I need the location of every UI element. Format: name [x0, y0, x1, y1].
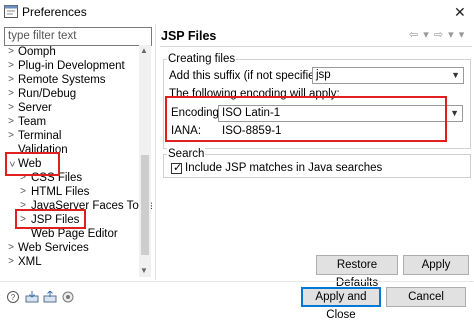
preferences-tree: > Oomph > Plug-in Development > Remote S…	[4, 45, 152, 277]
tree-item-label: Web Page Editor	[31, 228, 118, 240]
include-jsp-label: Include JSP matches in Java searches	[185, 162, 383, 174]
tree-item-label: Web Services	[18, 242, 89, 254]
chevron-right-icon[interactable]: >	[6, 59, 16, 73]
close-icon[interactable]: ✕	[454, 4, 466, 21]
tree-scrollbar[interactable]: ▲ ▼	[139, 45, 151, 277]
help-icon[interactable]: ?	[6, 291, 20, 303]
encoding-label: Encoding:	[171, 107, 223, 119]
chevron-right-icon[interactable]: >	[6, 241, 16, 255]
footer-separator	[0, 281, 474, 282]
encoding-combo[interactable]: ISO Latin-1 ▼	[218, 105, 463, 122]
divider	[155, 24, 156, 280]
tree-item-label: Plug-in Development	[18, 60, 125, 72]
preferences-window-icon	[4, 5, 18, 18]
tree-item-label: HTML Files	[31, 186, 90, 198]
encoding-heading: The following encoding will apply:	[169, 88, 340, 100]
creating-files-group-label: Creating files	[167, 53, 237, 65]
title-bar: Preferences ✕	[0, 0, 474, 24]
iana-value: ISO-8859-1	[222, 125, 282, 137]
filter-input[interactable]	[5, 28, 148, 43]
page-title: JSP Files	[161, 29, 217, 43]
scroll-down-arrow-icon[interactable]: ▼	[140, 266, 148, 275]
apply-button[interactable]: Apply	[403, 255, 469, 275]
tree-item-label: Validation	[18, 144, 68, 156]
scrollbar-thumb[interactable]	[141, 155, 149, 255]
checkmark-icon: ✓	[173, 162, 183, 174]
export-icon[interactable]	[43, 291, 57, 303]
suffix-value: jsp	[316, 69, 331, 81]
cancel-button[interactable]: Cancel	[386, 287, 466, 307]
chevron-right-icon[interactable]: >	[6, 115, 16, 129]
tree-item-label: Server	[18, 102, 52, 114]
chevron-down-icon[interactable]: ▼	[450, 108, 459, 118]
chevron-right-icon[interactable]: >	[6, 73, 16, 87]
chevron-right-icon[interactable]: >	[18, 185, 28, 199]
history-navigation[interactable]: ⇦ ▾ ⇨ ▾ ▾	[409, 28, 465, 41]
tree-item-label: Team	[18, 116, 47, 128]
chevron-right-icon[interactable]: >	[6, 129, 16, 143]
scroll-up-arrow-icon[interactable]: ▲	[140, 46, 148, 55]
chevron-right-icon[interactable]: >	[6, 45, 16, 59]
tree-item-label: Oomph	[18, 46, 56, 58]
chevron-right-icon[interactable]: >	[6, 101, 16, 115]
tree-item-label: JSP Files	[31, 214, 80, 226]
chevron-right-icon[interactable]: >	[18, 171, 28, 185]
chevron-right-icon[interactable]: >	[6, 87, 16, 101]
tree-item-label: XML	[18, 256, 42, 268]
search-group-label: Search	[167, 148, 206, 160]
tree-item-label: CSS Files	[31, 172, 83, 184]
filter-field[interactable]	[4, 27, 152, 46]
chevron-right-icon[interactable]: >	[6, 255, 16, 269]
import-icon[interactable]	[25, 291, 39, 303]
apply-and-close-button[interactable]: Apply and Close	[301, 287, 381, 321]
tree-item-label: Terminal	[18, 130, 62, 142]
chevron-down-icon[interactable]: >	[4, 159, 18, 169]
tree-item-label: JavaServer Faces Tools	[31, 200, 152, 212]
include-jsp-checkbox[interactable]: ✓	[171, 162, 183, 174]
iana-label: IANA:	[171, 125, 202, 137]
tree-item-label: Web	[18, 158, 42, 170]
suffix-label: Add this suffix (if not specified):	[169, 70, 328, 82]
header-separator	[160, 46, 472, 47]
restore-defaults-button[interactable]: Restore Defaults	[316, 255, 398, 289]
window-title: Preferences	[22, 5, 87, 19]
tree-item-label: Remote Systems	[18, 74, 106, 86]
chevron-right-icon[interactable]: >	[18, 199, 28, 213]
suffix-combo[interactable]: jsp ▼	[312, 67, 464, 84]
chevron-right-icon[interactable]: >	[18, 213, 28, 227]
encoding-value: ISO Latin-1	[222, 107, 281, 119]
chevron-down-icon[interactable]: ▼	[451, 70, 460, 80]
tree-item-label: Run/Debug	[18, 88, 77, 100]
open-preferences-icon[interactable]	[61, 291, 75, 303]
svg-text:?: ?	[11, 293, 16, 302]
